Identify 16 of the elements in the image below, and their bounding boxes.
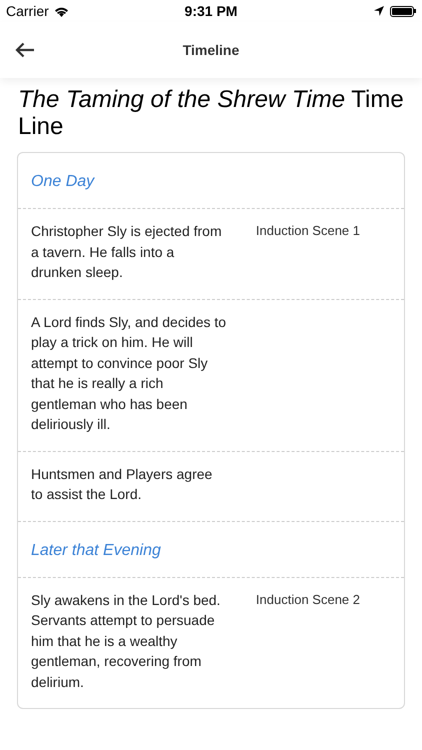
section-heading: Later that Evening bbox=[31, 542, 161, 558]
scene-reference: Induction Scene 1 bbox=[256, 222, 360, 240]
page-heading: The Taming of the Shrew Time Time Line bbox=[17, 85, 405, 140]
event-description: A Lord finds Sly, and decides to play a trick on him. He will attempt to convince poor Sly that he is really a rich gentleman who has been deliriously ill. bbox=[31, 312, 227, 434]
event-description: Sly awakens in the Lord's bed. Servants attempt to persuade him that he is a wealthy gentleman, recovering from delirium. bbox=[31, 590, 222, 692]
battery-icon bbox=[390, 6, 416, 16]
clock-text: 9:31 PM bbox=[184, 2, 238, 20]
scene-reference: Induction Scene 2 bbox=[256, 590, 360, 608]
location-arrow-icon bbox=[374, 6, 384, 16]
wifi-icon bbox=[54, 6, 69, 16]
event-description: Huntsmen and Players agree to assist the Lord. bbox=[31, 464, 214, 504]
event-description: Christopher Sly is ejected from a tavern. He falls into a drunken sleep. bbox=[31, 222, 223, 282]
back-arrow-icon bbox=[15, 42, 35, 58]
screen-title: Timeline bbox=[182, 40, 240, 60]
section-heading: One Day bbox=[31, 173, 94, 190]
carrier-text: Carrier bbox=[6, 2, 49, 20]
